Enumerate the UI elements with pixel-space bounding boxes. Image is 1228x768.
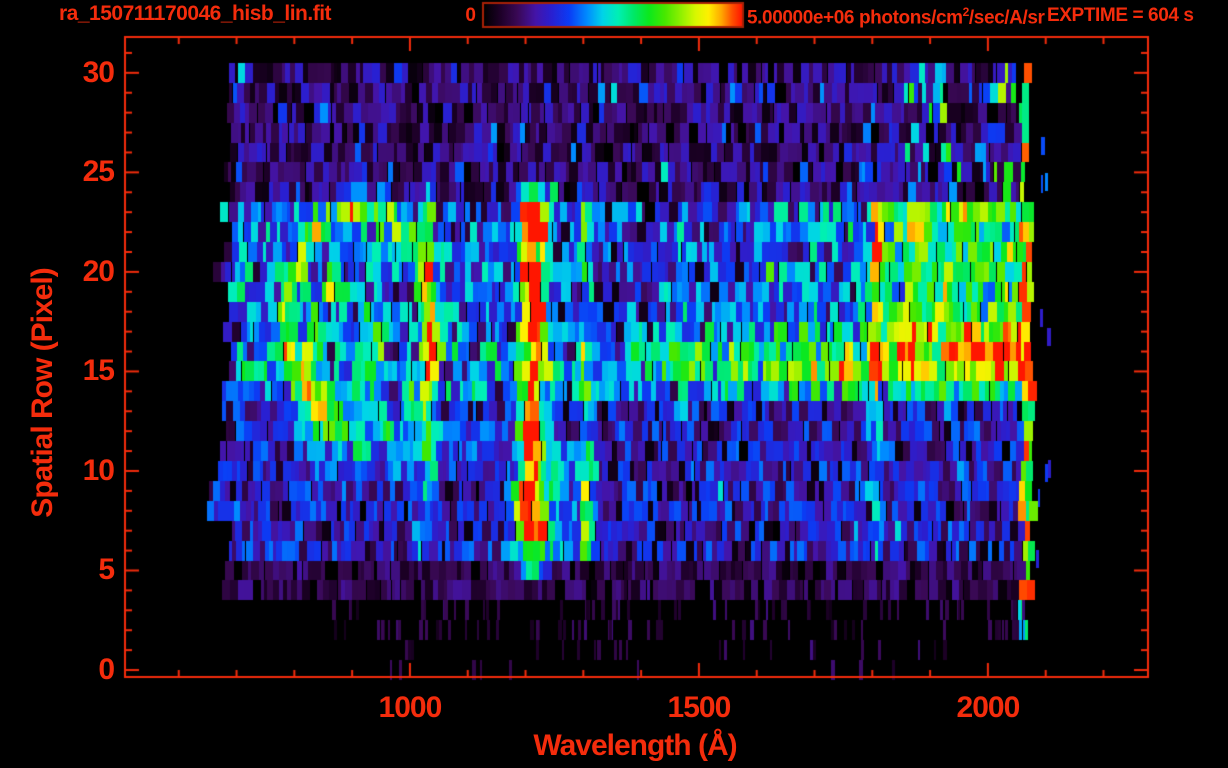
spectrogram-viewer-window: ra_150711170046_hisb_lin.fit 0 5.00000e+…: [0, 0, 1228, 768]
spectrogram-heatmap-canvas: [0, 0, 1228, 768]
